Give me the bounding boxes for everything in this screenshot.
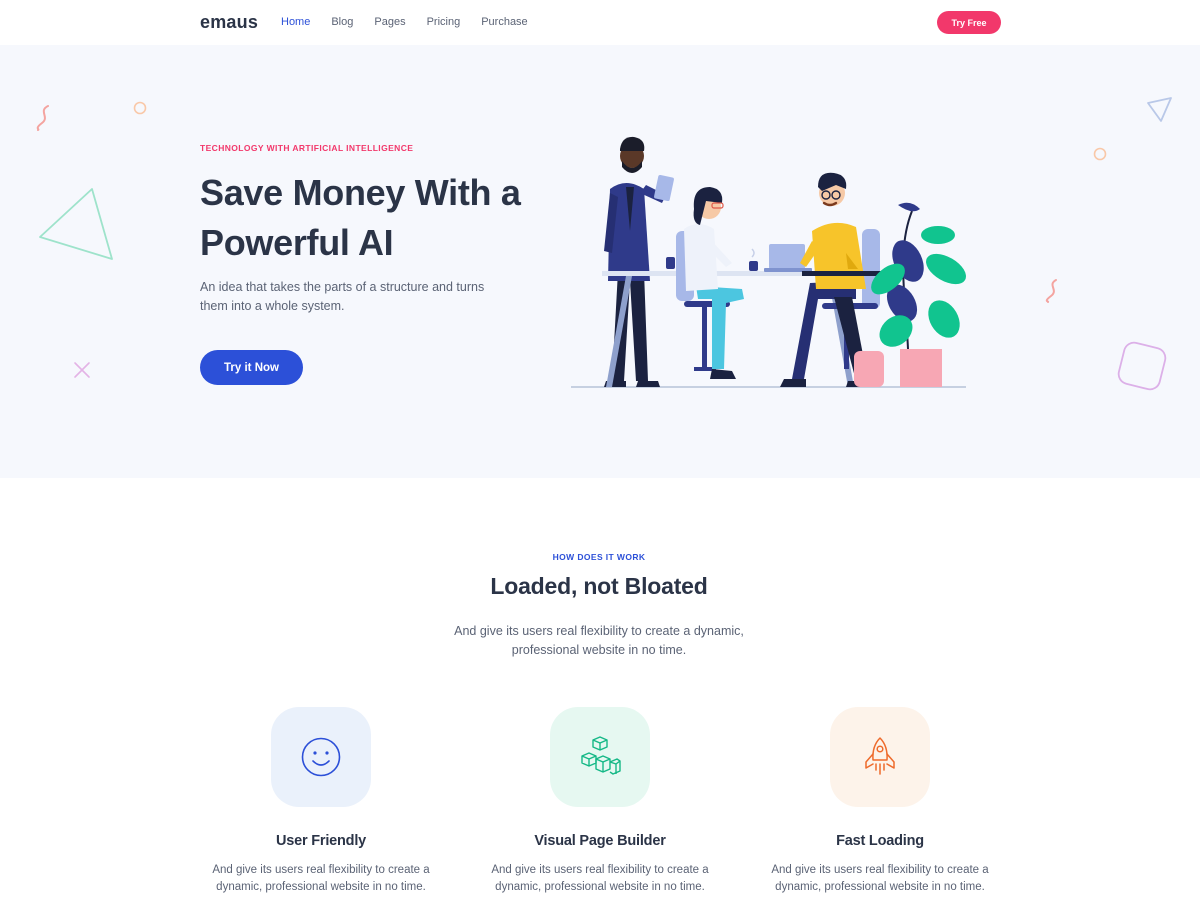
- feature-description: And give its users real flexibility to c…: [212, 864, 430, 893]
- cross-shape: [74, 362, 90, 378]
- nav-item-pages[interactable]: Pages: [374, 16, 405, 28]
- brand-logo[interactable]: emaus: [200, 12, 258, 33]
- triangle-outline-shape: [1147, 97, 1172, 122]
- feature-fast-loading: Fast Loading And give its users real fle…: [760, 707, 1000, 896]
- feature-tile: [271, 707, 371, 807]
- ring-shape-right: [1093, 147, 1107, 161]
- feature-description: And give its users real flexibility to c…: [491, 864, 709, 893]
- squiggle-shape: [36, 105, 49, 131]
- how-eyebrow: HOW DOES IT WORK: [552, 552, 646, 562]
- feature-user-friendly: User Friendly And give its users real fl…: [201, 707, 441, 896]
- hero-section: TECHNOLOGY WITH ARTIFICIAL INTELLIGENCE …: [0, 45, 1200, 478]
- main-menu: Home Blog Pages Pricing Purchase: [281, 16, 549, 28]
- feature-tile: [550, 707, 650, 807]
- hero-title: Save Money With a Powerful AI: [200, 172, 521, 263]
- hero-description: An idea that takes the parts of a struct…: [200, 280, 485, 313]
- ring-shape: [133, 101, 147, 115]
- try-it-now-button[interactable]: Try it Now: [200, 350, 303, 385]
- try-free-button[interactable]: Try Free: [937, 11, 1001, 34]
- feature-title: Fast Loading: [836, 833, 924, 849]
- seated-woman-figure: [676, 187, 744, 379]
- smiley-icon: [301, 737, 341, 777]
- how-description: And give its users real flexibility to c…: [454, 624, 744, 657]
- top-navigation: emaus Home Blog Pages Pricing Purchase T…: [0, 0, 1200, 45]
- nav-item-home[interactable]: Home: [281, 16, 310, 28]
- hero-eyebrow: TECHNOLOGY WITH ARTIFICIAL INTELLIGENCE: [200, 143, 414, 153]
- feature-title: Visual Page Builder: [534, 833, 666, 849]
- feature-visual-page-builder: Visual Page Builder And give its users r…: [480, 707, 720, 896]
- rounded-square-shape: [1117, 341, 1167, 391]
- cubes-icon: [581, 736, 621, 775]
- squiggle-shape-right: [1045, 279, 1057, 303]
- nav-item-blog[interactable]: Blog: [331, 16, 353, 28]
- triangle-shape: [39, 188, 113, 260]
- nav-item-purchase[interactable]: Purchase: [481, 16, 527, 28]
- team-illustration: [571, 136, 966, 388]
- nav-item-pricing[interactable]: Pricing: [427, 16, 461, 28]
- feature-description: And give its users real flexibility to c…: [771, 864, 989, 893]
- how-title: Loaded, not Bloated: [490, 573, 708, 599]
- rocket-icon: [865, 737, 895, 775]
- feature-title: User Friendly: [275, 833, 367, 849]
- feature-tile: [830, 707, 930, 807]
